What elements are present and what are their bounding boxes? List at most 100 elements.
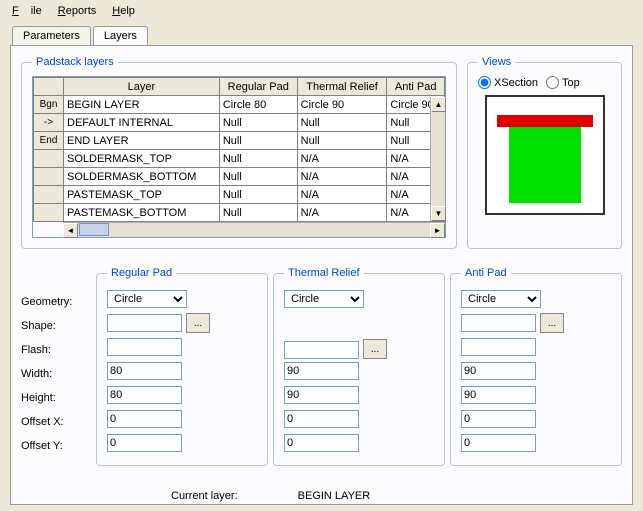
preview-red-bar: [497, 115, 593, 127]
cell-layer[interactable]: PASTEMASK_BOTTOM: [64, 204, 220, 222]
menu-help[interactable]: Help: [106, 3, 141, 19]
cell-layer[interactable]: END LAYER: [64, 132, 220, 150]
cell-thermal[interactable]: N/A: [297, 150, 387, 168]
regular-geometry-select[interactable]: Circle: [107, 290, 187, 308]
scroll-up-icon[interactable]: ▲: [431, 97, 446, 112]
thermal-flash-input[interactable]: [284, 341, 359, 359]
thermal-geometry-select[interactable]: Circle: [284, 290, 364, 308]
hscroll-thumb[interactable]: [79, 223, 109, 236]
table-row[interactable]: ->DEFAULT INTERNALNullNullNull: [34, 114, 445, 132]
regular-shape-browse[interactable]: ...: [186, 313, 210, 333]
cell-regular[interactable]: Null: [219, 132, 297, 150]
tab-layers[interactable]: Layers: [93, 26, 148, 45]
padstack-layers-group: Padstack layers Layer Regular Pad Therma…: [21, 56, 457, 249]
current-layer-label: Current layer:: [171, 490, 238, 502]
menu-reports[interactable]: Reports: [52, 3, 103, 19]
anti-shape-browse[interactable]: ...: [540, 313, 564, 333]
cell-regular[interactable]: Circle 80: [219, 96, 297, 114]
table-row[interactable]: PASTEMASK_BOTTOMNullN/AN/A: [34, 204, 445, 222]
row-header[interactable]: End: [34, 132, 64, 150]
preview-green-block: [509, 127, 581, 203]
cell-thermal[interactable]: N/A: [297, 186, 387, 204]
cell-thermal[interactable]: N/A: [297, 168, 387, 186]
cell-thermal[interactable]: Circle 90: [297, 96, 387, 114]
row-header[interactable]: [34, 150, 64, 168]
radio-top[interactable]: Top: [546, 76, 580, 89]
padstack-table[interactable]: Layer Regular Pad Thermal Relief Anti Pa…: [33, 77, 445, 222]
radio-xsection-input[interactable]: [478, 76, 491, 89]
table-row[interactable]: PASTEMASK_TOPNullN/AN/A: [34, 186, 445, 204]
anti-flash-input[interactable]: [461, 338, 536, 356]
view-preview: [485, 95, 605, 215]
anti-offsety-input[interactable]: [461, 434, 536, 452]
anti-offsetx-input[interactable]: [461, 410, 536, 428]
scroll-left-icon[interactable]: ◄: [63, 223, 78, 238]
table-vscrollbar[interactable]: ▲ ▼: [430, 97, 445, 221]
scroll-right-icon[interactable]: ►: [430, 223, 445, 238]
cell-regular[interactable]: Null: [219, 204, 297, 222]
cell-regular[interactable]: Null: [219, 114, 297, 132]
table-row[interactable]: SOLDERMASK_BOTTOMNullN/AN/A: [34, 168, 445, 186]
tab-parameters[interactable]: Parameters: [12, 26, 91, 45]
cell-thermal[interactable]: N/A: [297, 204, 387, 222]
label-geometry: Geometry:: [21, 290, 91, 314]
cell-layer[interactable]: SOLDERMASK_BOTTOM: [64, 168, 220, 186]
thermal-offsety-input[interactable]: [284, 434, 359, 452]
cell-thermal[interactable]: Null: [297, 114, 387, 132]
table-row[interactable]: EndEND LAYERNullNullNull: [34, 132, 445, 150]
col-regular[interactable]: Regular Pad: [219, 78, 297, 96]
menubar: File Reports Help: [0, 0, 643, 22]
status-line: Current layer: BEGIN LAYER: [21, 490, 622, 502]
thermal-offsetx-input[interactable]: [284, 410, 359, 428]
col-thermal[interactable]: Thermal Relief: [297, 78, 387, 96]
thermal-width-input[interactable]: [284, 362, 359, 380]
row-header[interactable]: Bgn: [34, 96, 64, 114]
regular-pad-group: Regular Pad Circle ...: [96, 267, 268, 466]
col-blank[interactable]: [34, 78, 64, 96]
table-row[interactable]: SOLDERMASK_TOPNullN/AN/A: [34, 150, 445, 168]
cell-regular[interactable]: Null: [219, 186, 297, 204]
current-layer-value: BEGIN LAYER: [298, 490, 371, 502]
anti-geometry-select[interactable]: Circle: [461, 290, 541, 308]
anti-shape-input[interactable]: [461, 314, 536, 332]
col-layer[interactable]: Layer: [64, 78, 220, 96]
col-anti[interactable]: Anti Pad: [387, 78, 445, 96]
regular-offsety-input[interactable]: [107, 434, 182, 452]
cell-regular[interactable]: Null: [219, 150, 297, 168]
cell-layer[interactable]: DEFAULT INTERNAL: [64, 114, 220, 132]
regular-flash-input[interactable]: [107, 338, 182, 356]
row-header[interactable]: [34, 186, 64, 204]
radio-top-input[interactable]: [546, 76, 559, 89]
row-header[interactable]: [34, 204, 64, 222]
table-hscrollbar[interactable]: ◄ ►: [63, 222, 445, 237]
cell-layer[interactable]: PASTEMASK_TOP: [64, 186, 220, 204]
scroll-down-icon[interactable]: ▼: [431, 206, 446, 221]
regular-width-input[interactable]: [107, 362, 182, 380]
menu-file[interactable]: File: [6, 3, 48, 19]
layers-panel: Padstack layers Layer Regular Pad Therma…: [10, 45, 633, 505]
row-header[interactable]: ->: [34, 114, 64, 132]
anti-width-input[interactable]: [461, 362, 536, 380]
table-row[interactable]: BgnBEGIN LAYERCircle 80Circle 90Circle 9…: [34, 96, 445, 114]
regular-height-input[interactable]: [107, 386, 182, 404]
radio-xsection[interactable]: XSection: [478, 76, 538, 89]
thermal-relief-legend: Thermal Relief: [284, 267, 364, 279]
cell-layer[interactable]: SOLDERMASK_TOP: [64, 150, 220, 168]
row-header[interactable]: [34, 168, 64, 186]
regular-shape-input[interactable]: [107, 314, 182, 332]
anti-pad-legend: Anti Pad: [461, 267, 511, 279]
cell-layer[interactable]: BEGIN LAYER: [64, 96, 220, 114]
regular-offsetx-input[interactable]: [107, 410, 182, 428]
label-offsety: Offset Y:: [21, 434, 91, 458]
radio-top-label: Top: [562, 77, 580, 89]
views-group: Views XSection Top: [467, 56, 622, 249]
anti-height-input[interactable]: [461, 386, 536, 404]
cell-regular[interactable]: Null: [219, 168, 297, 186]
hscroll-track[interactable]: [110, 223, 430, 237]
thermal-flash-browse[interactable]: ...: [363, 339, 387, 359]
label-shape: Shape:: [21, 314, 91, 338]
cell-thermal[interactable]: Null: [297, 132, 387, 150]
padstack-table-wrap: Layer Regular Pad Thermal Relief Anti Pa…: [32, 76, 446, 238]
thermal-height-input[interactable]: [284, 386, 359, 404]
label-flash: Flash:: [21, 338, 91, 362]
